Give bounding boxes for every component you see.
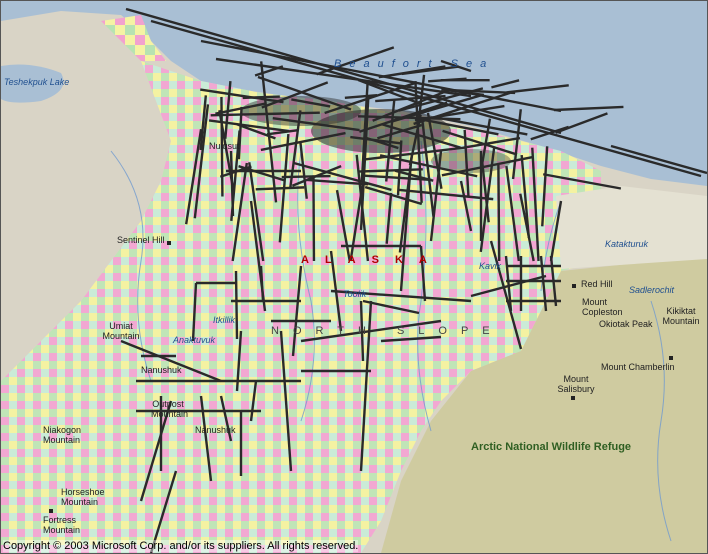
place-red-hill: Red Hill bbox=[581, 279, 613, 289]
place-itkillik: Itkillik bbox=[213, 315, 235, 325]
place-sadlerochit: Sadlerochit bbox=[629, 285, 675, 295]
place-fortress-mountain: Fortress Mountain bbox=[43, 515, 81, 535]
place-nanushuk: Nanushuk bbox=[141, 365, 182, 375]
place-outpost-mountain: Outpost Mountain bbox=[151, 399, 189, 419]
teshekpuk-lake-label: Teshekpuk Lake bbox=[4, 77, 70, 87]
place-mount-chamberlin: Mount Chamberlin bbox=[601, 362, 675, 372]
arctic-refuge-label: Arctic National Wildlife Refuge bbox=[471, 441, 632, 453]
place-umiat-mountain: Umiat Mountain bbox=[102, 321, 140, 341]
place-kavik: Kavik bbox=[479, 261, 502, 271]
seismic-line bbox=[281, 174, 331, 179]
peak-marker-icon bbox=[167, 241, 171, 245]
place-okiotak-peak: Okiotak Peak bbox=[599, 319, 653, 329]
place-kikiktat-mountain: Kikiktat Mountain bbox=[662, 306, 700, 326]
place-niakogon-mountain: Niakogon Mountain bbox=[43, 425, 82, 445]
place-sentinel-hill: Sentinel Hill bbox=[117, 235, 165, 245]
place-nanushuk-2: Nanushuk bbox=[195, 425, 236, 435]
peak-marker-icon bbox=[572, 284, 576, 288]
peak-marker-icon bbox=[571, 396, 575, 400]
alaska-label: ALASKA bbox=[301, 254, 443, 266]
place-horseshoe-mountain: Horseshoe Mountain bbox=[61, 487, 105, 507]
copyright-notice: Copyright © 2003 Microsoft Corp. and/or … bbox=[3, 540, 359, 552]
seismic-line bbox=[497, 165, 501, 262]
peak-marker-icon bbox=[669, 356, 673, 360]
map-view[interactable]: Beaufort Sea Teshekpuk Lake ALASKA NORTH… bbox=[0, 0, 708, 554]
north-slope-label: NORTH SLOPE bbox=[271, 325, 504, 337]
beaufort-sea-label: Beaufort Sea bbox=[334, 58, 495, 70]
map-canvas[interactable] bbox=[1, 1, 707, 553]
place-anaktuvuk: Anaktuvuk bbox=[173, 335, 216, 345]
peak-marker-icon bbox=[49, 509, 53, 513]
place-nuiqsut: Nuiqsut bbox=[209, 141, 240, 151]
refuge-lowland bbox=[556, 186, 707, 269]
place-mount-salisbury: Mount Salisbury bbox=[557, 374, 595, 394]
place-toolik: Toolik bbox=[343, 289, 367, 299]
seismic-line bbox=[234, 270, 239, 340]
place-katakturuk: Katakturuk bbox=[605, 239, 649, 249]
place-mount-copleston: Mount Copleston bbox=[582, 297, 623, 317]
